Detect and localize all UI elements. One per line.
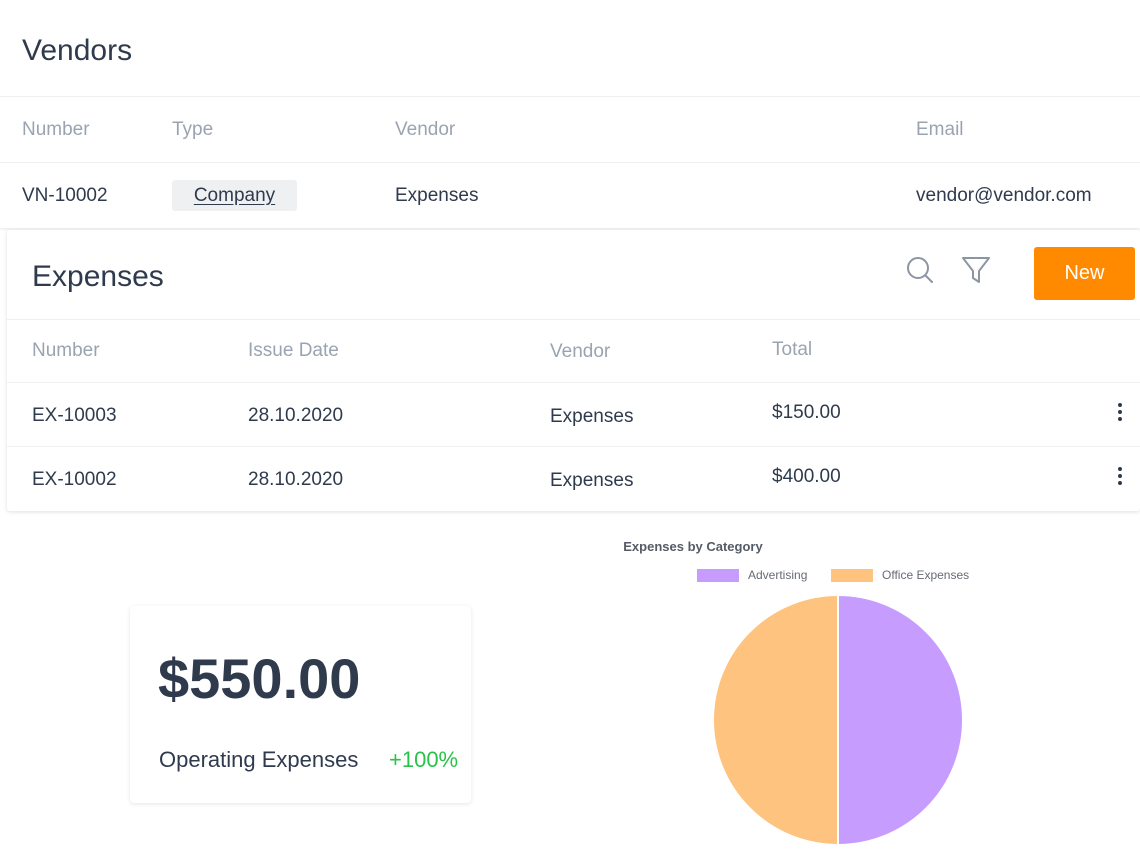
vendor-type-badge[interactable]: Company bbox=[172, 180, 297, 211]
expense-number[interactable]: EX-10003 bbox=[32, 405, 117, 427]
more-options-icon[interactable] bbox=[1110, 461, 1130, 491]
more-options-icon[interactable] bbox=[1110, 397, 1130, 427]
pie-chart bbox=[712, 593, 964, 847]
divider bbox=[0, 162, 1140, 163]
legend-swatch[interactable] bbox=[697, 569, 739, 582]
expense-vendor: Expenses bbox=[550, 470, 634, 491]
vendors-title: Vendors bbox=[22, 34, 133, 67]
vendor-number[interactable]: VN-10002 bbox=[22, 185, 108, 207]
divider bbox=[7, 446, 1140, 447]
legend-label[interactable]: Advertising bbox=[748, 568, 807, 582]
divider bbox=[0, 96, 1140, 97]
expense-total: $400.00 bbox=[772, 466, 841, 487]
vendor-email: vendor@vendor.com bbox=[916, 185, 1092, 206]
chart-title: Expenses by Category bbox=[623, 539, 763, 554]
operating-expenses-card: $550.00 Operating Expenses +100% bbox=[130, 606, 471, 803]
column-header-total[interactable]: Total bbox=[772, 339, 812, 361]
column-header-issue-date[interactable]: Issue Date bbox=[248, 340, 339, 362]
expenses-title: Expenses bbox=[32, 260, 164, 293]
vendor-name: Expenses bbox=[395, 185, 479, 206]
legend-swatch[interactable] bbox=[831, 569, 873, 582]
divider bbox=[7, 319, 1140, 320]
expense-issue-date: 28.10.2020 bbox=[248, 469, 344, 490]
column-header-email[interactable]: Email bbox=[916, 119, 964, 141]
pie-slice-advertising[interactable] bbox=[837, 593, 964, 847]
column-header-vendor[interactable]: Vendor bbox=[550, 341, 610, 363]
filter-icon[interactable] bbox=[959, 253, 993, 287]
column-header-type[interactable]: Type bbox=[172, 119, 213, 141]
expenses-card: Expenses New Number Issue Date Vendor To… bbox=[7, 230, 1140, 511]
legend-label[interactable]: Office Expenses bbox=[882, 568, 969, 582]
expense-number[interactable]: EX-10002 bbox=[32, 469, 117, 491]
kpi-label: Operating Expenses bbox=[159, 747, 359, 772]
new-expense-button[interactable]: New bbox=[1034, 247, 1135, 300]
column-header-number[interactable]: Number bbox=[32, 340, 100, 362]
column-header-vendor[interactable]: Vendor bbox=[395, 119, 455, 141]
expense-issue-date: 28.10.2020 bbox=[248, 405, 344, 426]
search-icon[interactable] bbox=[903, 253, 937, 287]
expense-total: $150.00 bbox=[772, 402, 841, 423]
kpi-amount: $550.00 bbox=[158, 647, 361, 710]
kpi-change: +100% bbox=[389, 747, 459, 772]
divider bbox=[7, 382, 1140, 383]
column-header-number[interactable]: Number bbox=[22, 119, 90, 141]
vendors-card: Vendors Number Type Vendor Email VN-1000… bbox=[0, 0, 1140, 228]
expense-vendor: Expenses bbox=[550, 406, 634, 427]
pie-slice-office-expenses[interactable] bbox=[712, 593, 839, 847]
